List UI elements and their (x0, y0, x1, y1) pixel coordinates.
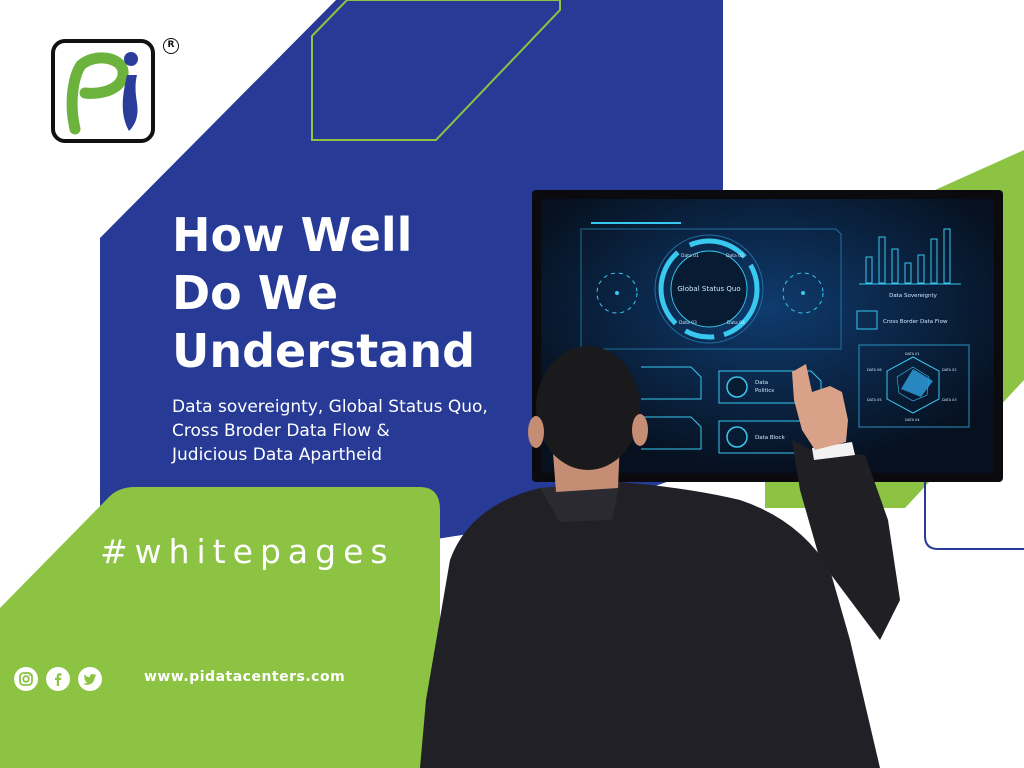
banner: R How Well Do We Understand Data soverei… (0, 0, 1024, 768)
businessman-figure (420, 346, 900, 768)
